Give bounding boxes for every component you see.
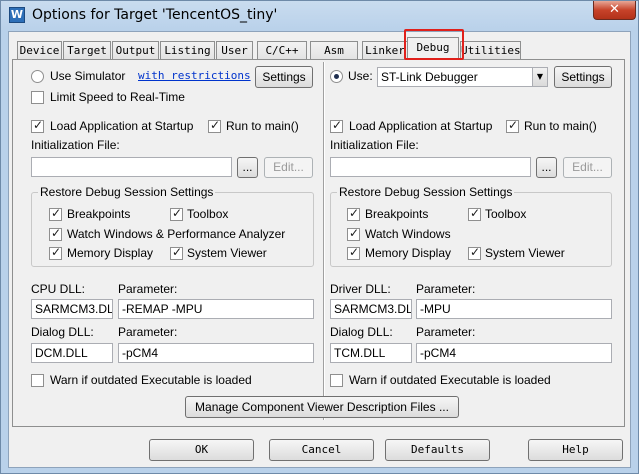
load-app-label: Load Application at Startup [50,119,194,133]
breakpoints-checkbox[interactable] [49,206,62,221]
toolbox-label: Toolbox [187,207,229,221]
system-viewer-checkbox[interactable] [170,245,183,260]
debug-tab-highlight-box [404,29,464,60]
run-to-main-checkbox[interactable] [208,118,221,133]
cpu-dll-input[interactable]: SARMCM3.DLL [31,299,113,319]
init-file-browse-button[interactable]: ... [237,157,258,178]
warn-outdated-label: Warn if outdated Executable is loaded [50,373,252,387]
system-viewer-label: System Viewer [187,246,267,260]
init-file-label: Initialization File: [31,138,120,152]
limit-speed-checkbox[interactable] [31,91,44,104]
close-window-button[interactable]: ✕ [593,1,636,20]
title-bar[interactable]: W Options for Target 'TencentOS_tiny' ✕ [1,1,638,31]
watch-windows-label: Watch Windows & Performance Analyzer [67,227,286,241]
dialog-dll-input[interactable]: DCM.DLL [31,343,113,363]
warn-outdated-checkbox[interactable] [31,374,44,387]
window-title: Options for Target 'TencentOS_tiny' [32,7,278,23]
dialog-client-area: Device Target Output Listing User C/C++ … [8,29,631,468]
cpu-dll-parameter-label: Parameter: [118,282,178,296]
keil-app-icon: W [9,7,25,23]
init-file-input[interactable] [31,157,232,177]
cpu-dll-label: CPU DLL: [31,282,86,296]
memory-display-checkbox[interactable] [49,245,62,260]
simulator-settings-button[interactable]: Settings [255,66,313,88]
toolbox-checkbox[interactable] [170,206,183,221]
tab-utilities[interactable]: Utilities [460,41,521,59]
close-icon: ✕ [609,2,620,17]
load-app-checkbox[interactable] [31,118,44,133]
defaults-button[interactable]: Defaults [385,439,490,461]
limit-speed-label: Limit Speed to Real-Time [50,90,185,104]
manage-component-viewer-button[interactable]: Manage Component Viewer Description File… [185,396,459,418]
use-simulator-label: Use Simulator [50,69,126,83]
with-restrictions-link[interactable]: with restrictions [138,69,251,82]
cpu-dll-parameter-input[interactable]: -REMAP -MPU [118,299,314,319]
dialog-dll-label: Dialog DLL: [31,325,94,339]
restore-settings-title: Restore Debug Session Settings [38,185,216,199]
init-file-edit-button[interactable]: Edit... [264,157,313,178]
dialog-dll-parameter-label: Parameter: [118,325,178,339]
ok-button[interactable]: OK [149,439,254,461]
simulator-column: Use Simulator with restrictions Settings… [9,32,325,432]
watch-windows-checkbox[interactable] [49,226,62,241]
tab-linker[interactable]: Linker [362,41,408,59]
dialog-dll-parameter-input[interactable]: -pCM4 [118,343,314,363]
help-button[interactable]: Help [528,439,623,461]
run-to-main-label: Run to main() [226,119,299,133]
memory-display-label: Memory Display [67,246,154,260]
breakpoints-label: Breakpoints [67,207,131,221]
cancel-button[interactable]: Cancel [269,439,374,461]
options-dialog-window: W Options for Target 'TencentOS_tiny' ✕ … [0,0,639,474]
use-simulator-radio[interactable] [31,70,44,83]
